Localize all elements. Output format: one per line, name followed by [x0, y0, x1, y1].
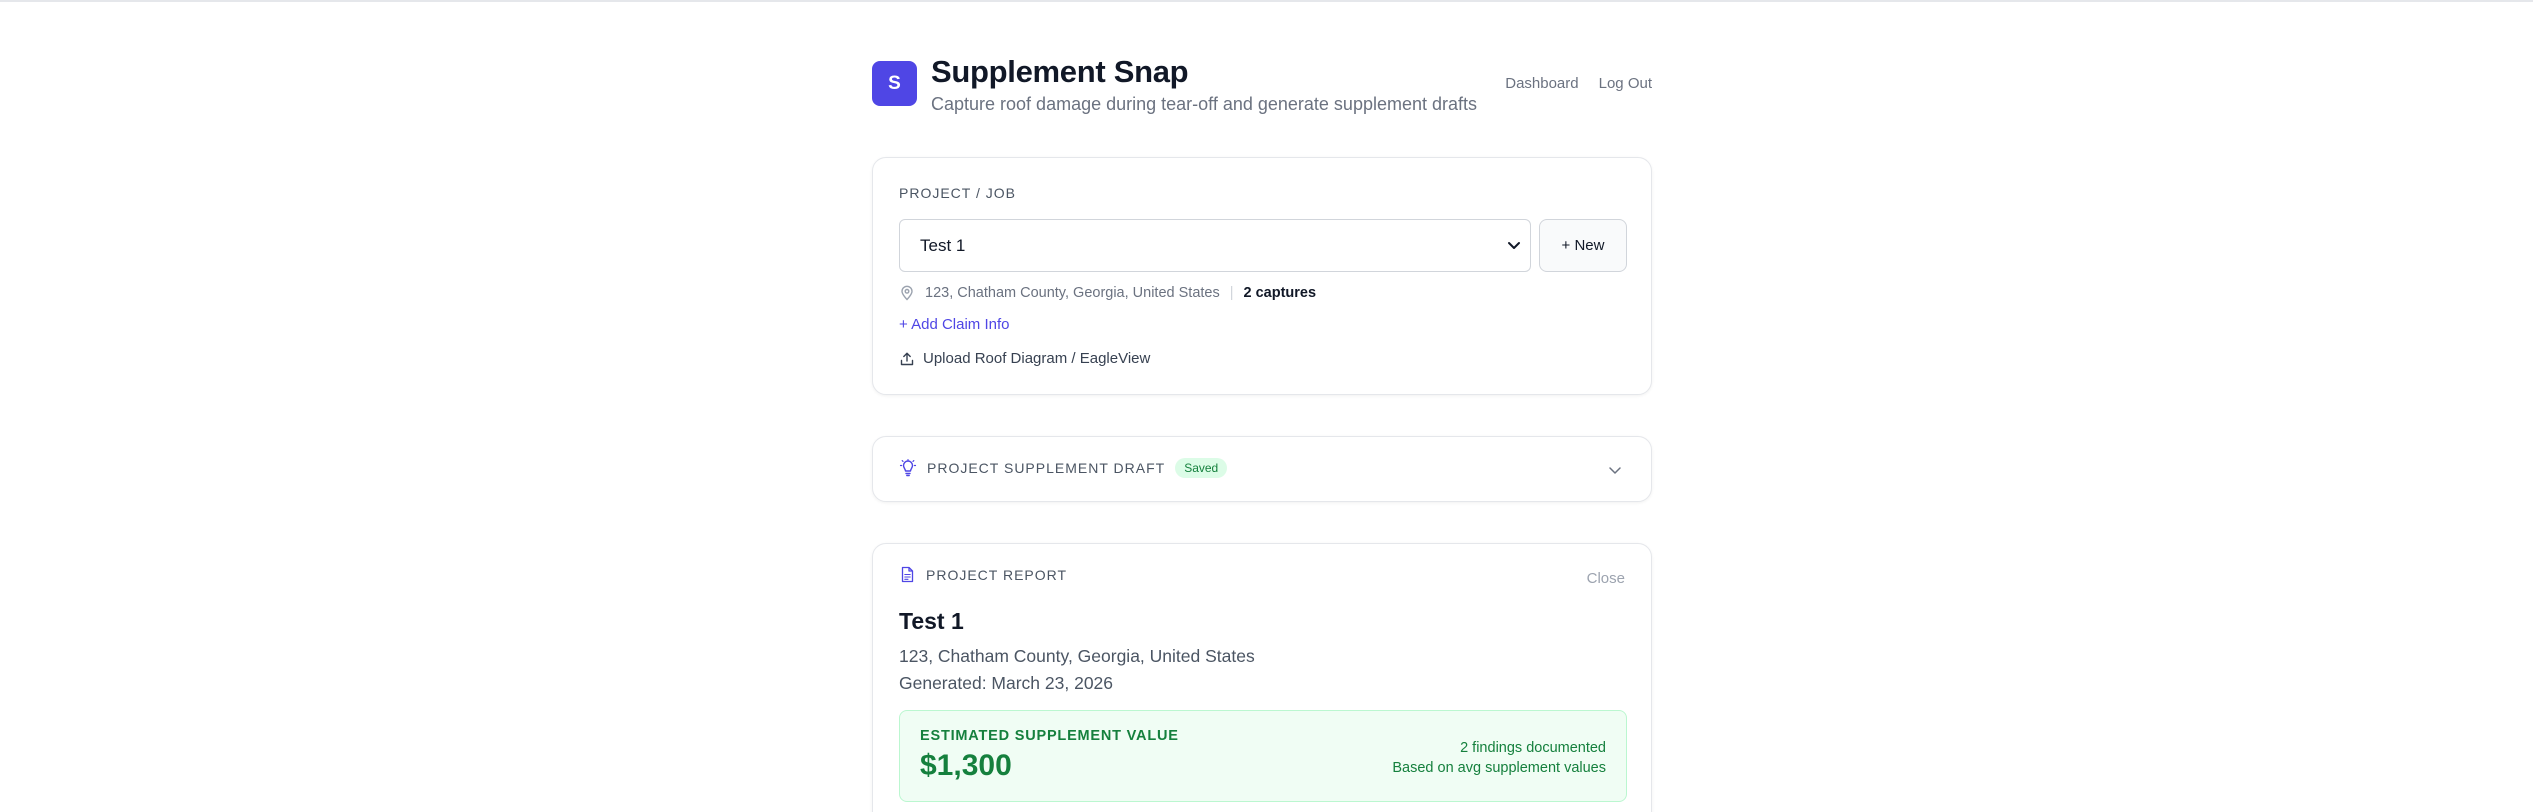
chevron-down-icon [1508, 242, 1520, 249]
saved-status-badge: Saved [1175, 458, 1228, 478]
app-title: Supplement Snap [931, 54, 1189, 89]
draft-header: PROJECT SUPPLEMENT DRAFT Saved [899, 458, 1228, 478]
project-select[interactable]: Test 1 [899, 219, 1531, 272]
project-meta: 123, Chatham County, Georgia, United Sta… [899, 285, 1316, 301]
report-address: 123, Chatham County, Georgia, United Sta… [899, 646, 1255, 666]
project-address: 123, Chatham County, Georgia, United Sta… [925, 285, 1220, 301]
upload-label: Upload Roof Diagram / EagleView [923, 350, 1151, 367]
value-basis-note: Based on avg supplement values [1392, 760, 1606, 776]
project-section-label: PROJECT / JOB [899, 185, 1016, 201]
add-claim-info-link[interactable]: + Add Claim Info [899, 316, 1009, 333]
dashboard-link[interactable]: Dashboard [1505, 75, 1578, 92]
close-report-button[interactable]: Close [1587, 570, 1625, 587]
report-generated-date: Generated: March 23, 2026 [899, 673, 1114, 693]
chevron-down-icon[interactable] [1607, 462, 1623, 478]
estimated-value-panel: ESTIMATED SUPPLEMENT VALUE $1,300 2 find… [899, 710, 1627, 802]
estimated-value-label: ESTIMATED SUPPLEMENT VALUE [920, 728, 1179, 744]
estimated-value-amount: $1,300 [920, 749, 1012, 782]
meta-divider: | [1229, 285, 1234, 301]
project-report-card: PROJECT REPORT Close Test 1 123, Chatham… [872, 543, 1652, 812]
new-project-button[interactable]: + New [1539, 219, 1627, 272]
logout-link[interactable]: Log Out [1599, 75, 1652, 92]
app-subtitle: Capture roof damage during tear-off and … [931, 94, 1478, 114]
project-select-value: Test 1 [920, 235, 966, 255]
captures-count: 2 captures [1243, 285, 1317, 301]
report-header: PROJECT REPORT [899, 566, 1067, 583]
upload-icon [900, 352, 914, 365]
estimated-value-details: 2 findings documented Based on avg suppl… [1392, 738, 1606, 778]
app-logo: S [872, 61, 917, 106]
top-border [0, 0, 2533, 2]
report-section-label: PROJECT REPORT [926, 566, 1068, 583]
project-card: PROJECT / JOB Test 1 + New 123, Chatham … [872, 157, 1652, 395]
draft-section-label: PROJECT SUPPLEMENT DRAFT [927, 460, 1166, 476]
lightbulb-icon [899, 459, 917, 477]
document-icon [901, 566, 914, 583]
upload-roof-diagram-button[interactable]: Upload Roof Diagram / EagleView [899, 350, 1150, 367]
map-pin-icon [901, 285, 913, 301]
top-nav: Dashboard Log Out [1505, 75, 1652, 92]
findings-count: 2 findings documented [1460, 740, 1606, 756]
supplement-draft-card[interactable]: PROJECT SUPPLEMENT DRAFT Saved [872, 436, 1652, 502]
report-title: Test 1 [899, 608, 964, 634]
